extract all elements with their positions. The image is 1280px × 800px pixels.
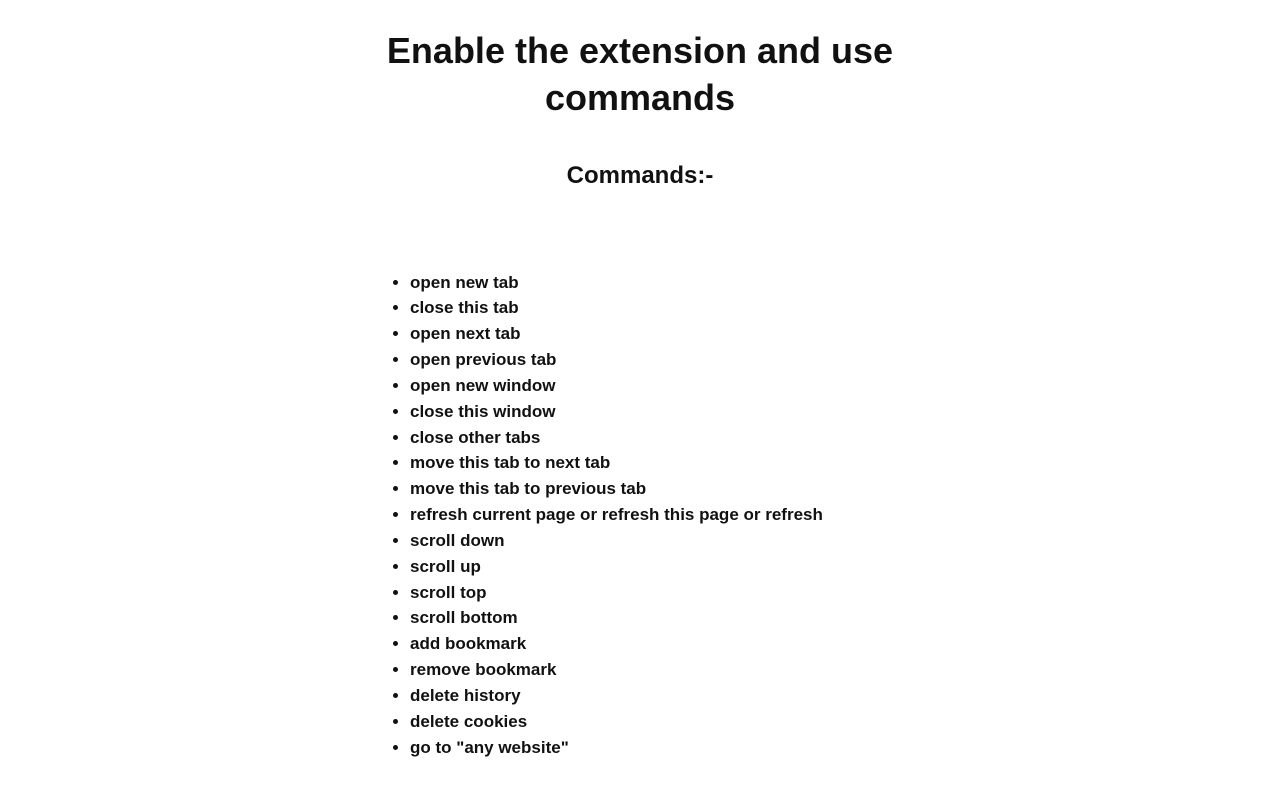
page-container: Enable the extension and use commands Co… [0, 0, 1280, 760]
list-item: scroll bottom [410, 605, 970, 631]
list-item: close this window [410, 399, 970, 425]
list-item: scroll down [410, 528, 970, 554]
list-item: move this tab to next tab [410, 450, 970, 476]
page-title: Enable the extension and use commands [320, 28, 960, 122]
list-item: open new tab [410, 270, 970, 296]
list-item: remove bookmark [410, 657, 970, 683]
list-item: add bookmark [410, 631, 970, 657]
list-item: close other tabs [410, 425, 970, 451]
list-item: open next tab [410, 321, 970, 347]
list-item: open previous tab [410, 347, 970, 373]
list-item: scroll up [410, 554, 970, 580]
list-item: scroll top [410, 580, 970, 606]
list-item: delete history [410, 683, 970, 709]
commands-list: open new tab close this tab open next ta… [410, 270, 970, 761]
list-item: close this tab [410, 295, 970, 321]
commands-heading: Commands:- [0, 162, 1280, 190]
list-item: move this tab to previous tab [410, 476, 970, 502]
list-item: go to "any website" [410, 735, 970, 761]
list-item: open new window [410, 373, 970, 399]
list-item: refresh current page or refresh this pag… [410, 502, 970, 528]
list-item: delete cookies [410, 709, 970, 735]
